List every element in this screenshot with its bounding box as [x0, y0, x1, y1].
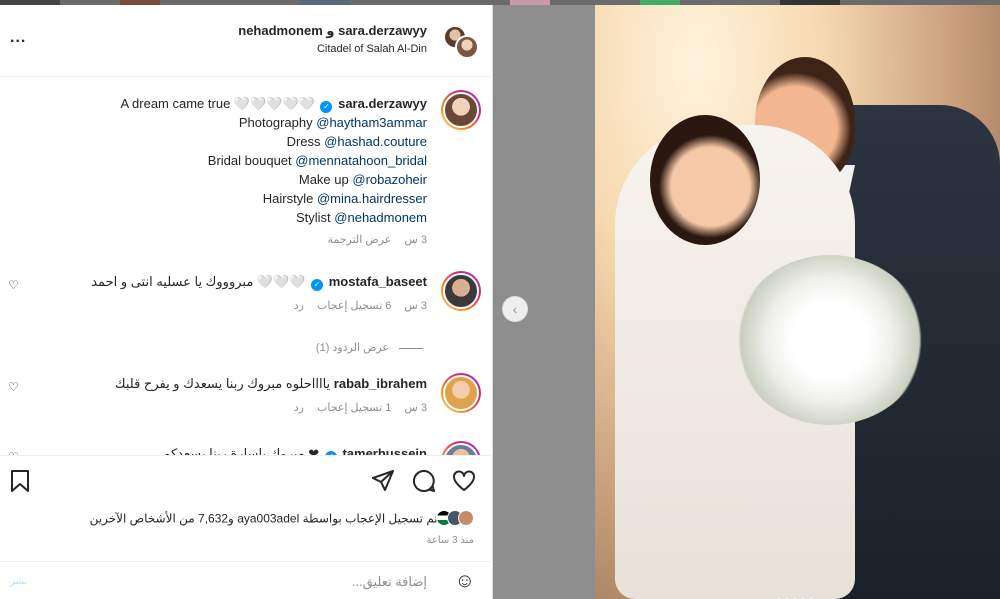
action-bar [0, 455, 493, 507]
comment-text: يااااحلوه مبروك ربنا يسعدك و يفرح قلبك [114, 376, 331, 391]
like-comment-heart-icon[interactable]: ♡ [8, 380, 19, 394]
comment-avatar[interactable] [441, 271, 481, 311]
caption-avatar[interactable] [441, 90, 481, 130]
heart-icon[interactable] [452, 470, 476, 498]
hair-label: Hairstyle [262, 191, 314, 206]
comment-likes[interactable]: 6 تسجيل إعجاب [317, 300, 391, 312]
caption-text: A dream came true 🤍🤍🤍🤍🤍 [120, 96, 315, 111]
comment-input[interactable]: إضافة تعليق... [352, 574, 427, 590]
dress-label: Dress [286, 134, 321, 149]
reply-button[interactable]: رد [294, 300, 304, 312]
save-bookmark-icon[interactable] [10, 470, 30, 498]
previous-photo-chevron-icon[interactable]: ‹ [502, 296, 528, 322]
avatar[interactable] [455, 35, 479, 59]
post-comment-button[interactable]: نشر [10, 576, 27, 587]
comment-avatar[interactable] [441, 441, 481, 455]
view-replies-button[interactable]: عرض الردود (1) [316, 341, 423, 354]
photo-bride-head-shape [650, 115, 760, 245]
post-header: ... nehadmonem و sara.derzawyy Citadel o… [0, 5, 493, 77]
comment-likes[interactable]: 1 تسجيل إعجاب [317, 402, 391, 414]
bouquet-label: Bridal bouquet [207, 153, 292, 168]
comment-meta: 3 س 1 تسجيل إعجاب رد [284, 401, 427, 414]
comment-username[interactable]: mostafa_baseet [329, 274, 427, 289]
location-link[interactable]: Citadel of Salah Al-Din [238, 43, 427, 55]
reply-button[interactable]: رد [294, 402, 304, 414]
post-photo[interactable] [595, 5, 1000, 599]
view-replies-label[interactable]: عرض الردود (1) [316, 342, 389, 354]
comment-body: يااااحلوه مبروك ربنا يسعدك و يفرح قلبك r… [115, 376, 427, 392]
post-side-panel: ... nehadmonem و sara.derzawyy Citadel o… [0, 5, 493, 599]
emoji-icon[interactable]: ☺ [455, 570, 475, 593]
carousel-dots [775, 589, 815, 599]
comment-time[interactable]: 3 س [404, 402, 427, 414]
caption-time[interactable]: 3 س [404, 234, 427, 246]
header-text: nehadmonem و sara.derzawyy Citadel of Sa… [238, 23, 427, 55]
caption-username[interactable]: sara.derzawyy [338, 96, 427, 111]
comment-time[interactable]: 3 س [404, 300, 427, 312]
comment-body: مبروك ياسارة ربنا يسعدكم ❤ ✓ tamerhussei… [162, 446, 427, 455]
photo-bouquet-shape [735, 255, 925, 425]
see-translation-button[interactable]: عرض الترجمة [327, 234, 391, 246]
makeup-label: Make up [298, 172, 349, 187]
share-icon[interactable] [372, 470, 394, 498]
post-time: منذ 3 ساعة [426, 535, 474, 546]
more-options-button[interactable]: ... [10, 30, 26, 46]
comment-username[interactable]: tamerhussein [342, 446, 427, 455]
stylist-label: Stylist [296, 210, 331, 225]
comment-body: مبروووك يا عسليه انتى و احمد 🤍🤍🤍 ✓ mosta… [91, 274, 427, 291]
comment-avatar[interactable] [441, 373, 481, 413]
comment-meta: 3 س 6 تسجيل إعجاب رد [284, 299, 427, 312]
comment-icon[interactable] [412, 469, 435, 498]
caption: A dream came true 🤍🤍🤍🤍🤍 ✓ sara.derzawyy … [120, 94, 427, 250]
comments-list[interactable]: A dream came true 🤍🤍🤍🤍🤍 ✓ sara.derzawyy … [0, 78, 493, 455]
mention-link[interactable]: @mennatahoon_bridal [295, 153, 427, 168]
comment-username[interactable]: rabab_ibrahem [334, 376, 427, 391]
comment-text: مبروووك يا عسليه انتى و احمد 🤍🤍🤍 [91, 274, 306, 289]
like-comment-heart-icon[interactable]: ♡ [8, 278, 19, 292]
likes-summary[interactable]: تم تسجيل الإعجاب بواسطة aya003adel و7,63… [90, 510, 474, 529]
mention-link[interactable]: @haytham3ammar [316, 115, 427, 130]
mention-link[interactable]: @robazoheir [352, 172, 427, 187]
verified-icon: ✓ [320, 101, 333, 113]
mention-link[interactable]: @mina.hairdresser [317, 191, 427, 206]
header-usernames[interactable]: nehadmonem و sara.derzawyy [238, 23, 427, 39]
add-comment-bar: ☺ إضافة تعليق... نشر [0, 561, 493, 599]
mention-link[interactable]: @hashad.couture [324, 134, 427, 149]
photography-label: Photography [238, 115, 313, 130]
mention-link[interactable]: @nehadmonem [334, 210, 427, 225]
verified-icon: ✓ [311, 279, 324, 291]
liker-avatars [436, 510, 474, 529]
replies-divider [399, 347, 423, 349]
comment-text: مبروك ياسارة ربنا يسعدكم ❤ [162, 446, 320, 455]
avatar [458, 510, 474, 526]
likes-text[interactable]: تم تسجيل الإعجاب بواسطة aya003adel و7,63… [90, 512, 438, 526]
